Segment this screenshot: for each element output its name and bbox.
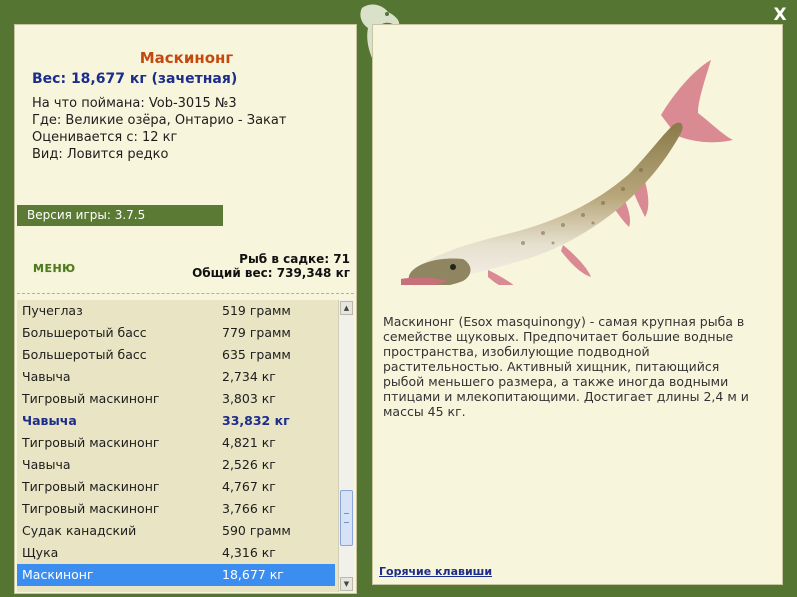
list-item[interactable]: Судак канадский 590 грамм (17, 520, 335, 542)
list-item[interactable]: Тигровый маскинонг 4,767 кг (17, 476, 335, 498)
list-item[interactable]: Пучеглаз 519 грамм (17, 300, 335, 322)
list-scrollbar[interactable]: ▲ ▼ (338, 300, 354, 592)
fish-weight-value: 4,767 кг (222, 479, 276, 494)
fish-count: Рыб в садке: 71 (239, 252, 350, 266)
total-weight: Общий вес: 739,348 кг (192, 266, 350, 280)
fish-weight-value: 590 грамм (222, 523, 291, 538)
fish-name: Пучеглаз (22, 303, 83, 318)
fish-name: Большеротый басс (22, 325, 147, 340)
fish-name: Тигровый маскинонг (22, 479, 160, 494)
fish-weight-value: 33,832 кг (222, 413, 290, 428)
fish-weight-value: 4,316 кг (222, 545, 276, 560)
list-item[interactable]: Чавыча 2,526 кг (17, 454, 335, 476)
fish-name: Тигровый маскинонг (22, 391, 160, 406)
list-item[interactable]: Тигровый маскинонг 3,766 кг (17, 498, 335, 520)
fish-weight: Вес: 18,677 кг (зачетная) (32, 71, 238, 87)
scroll-up-arrow-icon[interactable]: ▲ (340, 301, 353, 315)
fish-title: Маскинонг (139, 49, 234, 67)
fish-name: Щука (22, 545, 59, 560)
fish-name: Чавыча (22, 457, 71, 472)
fish-weight-value: 3,766 кг (222, 501, 276, 516)
divider (17, 293, 354, 294)
list-item[interactable]: Тигровый маскинонг 3,803 кг (17, 388, 335, 410)
list-item[interactable]: Большеротый басс 779 грамм (17, 322, 335, 344)
fish-name: Судак канадский (22, 523, 137, 538)
fish-details: На что поймана: Vob-3015 №3 Где: Великие… (32, 95, 286, 163)
caught-with: На что поймана: Vob-3015 №3 (32, 96, 237, 111)
close-button[interactable]: X (770, 5, 790, 25)
rated-from: Оценивается с: 12 кг (32, 130, 178, 145)
fish-weight-value: 18,677 кг (222, 567, 284, 582)
fish-weight-value: 635 грамм (222, 347, 291, 362)
fish-description: Маскинонг (Esox masquinongy) - самая кру… (383, 314, 749, 419)
fish-name: Чавыча (22, 413, 77, 428)
species-note: Вид: Ловится редко (32, 147, 169, 162)
fish-name: Тигровый маскинонг (22, 435, 160, 450)
list-item[interactable]: Щука 4,316 кг (17, 542, 335, 564)
fish-name: Тигровый маскинонг (22, 501, 160, 516)
scroll-down-arrow-icon[interactable]: ▼ (340, 577, 353, 591)
menu-button[interactable]: МЕНЮ (33, 262, 76, 275)
hotkeys-link[interactable]: Горячие клавиши (379, 565, 492, 578)
fish-weight-value: 3,803 кг (222, 391, 276, 406)
fish-name: Чавыча (22, 369, 71, 384)
fish-weight-value: 519 грамм (222, 303, 291, 318)
fish-description-panel: Маскинонг (Esox masquinongy) - самая кру… (372, 24, 783, 585)
fish-name: Большеротый басс (22, 347, 147, 362)
list-item[interactable]: Большеротый басс 635 грамм (17, 344, 335, 366)
scroll-thumb[interactable] (340, 490, 353, 546)
muskellunge-fish-image (393, 55, 763, 295)
fish-weight-value: 2,526 кг (222, 457, 276, 472)
fish-weight-value: 779 грамм (222, 325, 291, 340)
list-item-selected[interactable]: Маскинонг 18,677 кг (17, 564, 335, 586)
list-item-trophy[interactable]: Чавыча 33,832 кг (17, 410, 335, 432)
fish-weight-value: 4,821 кг (222, 435, 276, 450)
game-version: Версия игры: 3.7.5 (17, 205, 223, 226)
fish-weight-value: 2,734 кг (222, 369, 276, 384)
catch-location: Где: Великие озёра, Онтарио - Закат (32, 113, 287, 128)
list-item[interactable]: Чавыча 2,734 кг (17, 366, 335, 388)
catch-info-panel: Маскинонг Вес: 18,677 кг (зачетная) На ч… (14, 24, 357, 594)
keepnet-stats: Рыб в садке: 71 Общий вес: 739,348 кг (192, 252, 350, 280)
catch-list: Пучеглаз 519 грамм Большеротый басс 779 гр… (17, 300, 354, 592)
fish-name: Маскинонг (22, 567, 94, 582)
list-item[interactable]: Тигровый маскинонг 4,821 кг (17, 432, 335, 454)
